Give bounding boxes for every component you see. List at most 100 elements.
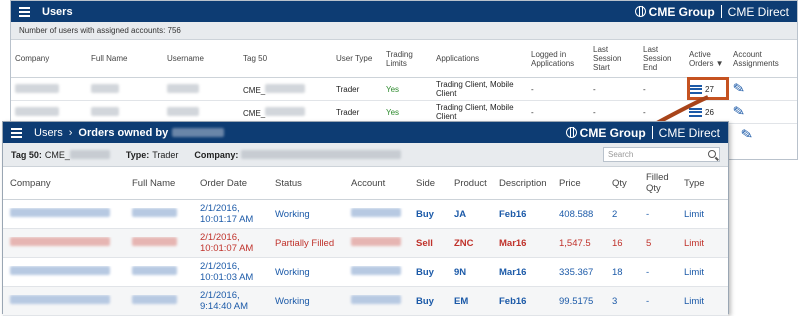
col-account[interactable]: Account (344, 178, 409, 189)
col-side[interactable]: Side (409, 178, 447, 189)
order-qty: 18 (612, 266, 623, 278)
order-status: Working (275, 208, 310, 220)
order-price: 99.5175 (559, 295, 594, 307)
users-count-text: Number of users with assigned accounts: … (19, 26, 181, 35)
trading-limits: Yes (386, 107, 400, 117)
menu-icon[interactable] (11, 126, 22, 140)
col-description[interactable]: Description (492, 178, 552, 189)
type-label: Type: (125, 149, 150, 160)
trading-limits: Yes (386, 84, 400, 94)
applications: Trading Client, Mobile Client (436, 103, 514, 121)
user-type: Trader (336, 107, 360, 117)
company-label: Company: (194, 149, 239, 160)
order-date: 2/1/2016, 10:01:07 AM (200, 232, 254, 254)
order-filled-qty: - (646, 208, 650, 220)
order-filled-qty: - (646, 266, 650, 278)
users-header: Users CME Group CME Direct (11, 1, 797, 22)
col-filled-qty[interactable]: Filled Qty (639, 172, 677, 194)
chevron-right-icon: › (68, 126, 73, 139)
order-date: 2/1/2016, 10:01:17 AM (200, 203, 254, 225)
cme-brand: CME Group CME Direct (565, 125, 720, 140)
brand-name: CME Group (579, 125, 646, 140)
orders-header: Users › Orders owned by CME Group CME Di… (3, 122, 728, 143)
order-price: 408.588 (559, 208, 594, 220)
col-price[interactable]: Price (552, 178, 605, 189)
order-status: Working (275, 295, 310, 307)
order-side: Buy (416, 208, 434, 220)
col-trading-limits[interactable]: Trading Limits (382, 50, 432, 68)
order-side: Buy (416, 266, 434, 278)
search-icon[interactable] (708, 150, 716, 158)
table-row[interactable]: 2/1/2016, 9:14:40 AM Working Buy EM Feb16… (3, 287, 728, 316)
brand-product: CME Direct (658, 125, 720, 140)
search-input[interactable]: Search (603, 147, 720, 162)
tag50-label: Tag 50: (11, 149, 42, 160)
order-filled-qty: 5 (646, 237, 652, 249)
col-order-date[interactable]: Order Date (193, 178, 268, 189)
order-product: EM (454, 295, 469, 307)
order-type: Limit (684, 237, 705, 249)
tag50-value: CME_ (44, 149, 70, 160)
type-value: Trader (152, 149, 179, 160)
table-row[interactable]: 2/1/2016, 10:01:07 AM Partially Filled Se… (3, 229, 728, 258)
col-logged-in[interactable]: Logged in Applications (527, 50, 589, 68)
order-product: JA (454, 208, 467, 220)
cme-brand: CME Group CME Direct (634, 4, 789, 19)
table-row[interactable]: 2/1/2016, 10:01:03 AM Working Buy 9N Mar1… (3, 258, 728, 287)
col-company[interactable]: Company (11, 54, 87, 63)
col-full-name[interactable]: Full Name (125, 178, 193, 189)
col-company[interactable]: Company (3, 178, 125, 189)
orders-filter-bar: Tag 50: CME_ Type: Trader Company: Search (3, 143, 728, 167)
col-product[interactable]: Product (447, 178, 492, 189)
col-active-orders[interactable]: Active Orders ▼ (685, 50, 729, 68)
order-type: Limit (684, 208, 705, 220)
order-price: 335.367 (559, 266, 594, 278)
order-price: 1,547.5 (559, 237, 591, 249)
breadcrumb-orders: Orders owned by (78, 126, 169, 139)
col-last-start[interactable]: Last Session Start (589, 45, 639, 72)
brand-product: CME Direct (727, 4, 789, 19)
edit-icon[interactable]: ✎ (732, 102, 746, 120)
col-full-name[interactable]: Full Name (87, 54, 163, 63)
breadcrumb-users[interactable]: Users (34, 127, 63, 139)
tag50-value: CME_ (243, 108, 266, 118)
col-status[interactable]: Status (268, 178, 344, 189)
tag50-value: CME_ (243, 85, 266, 95)
user-type: Trader (336, 84, 360, 94)
col-tag50[interactable]: Tag 50 (239, 54, 332, 63)
col-type[interactable]: Type (677, 178, 717, 189)
order-qty: 16 (612, 237, 623, 249)
order-type: Limit (684, 295, 705, 307)
edit-icon[interactable]: ✎ (740, 125, 754, 143)
logged-in: - (531, 107, 534, 117)
edit-icon[interactable]: ✎ (732, 79, 746, 97)
users-table-header: Company Full Name Username Tag 50 User T… (11, 40, 797, 78)
order-product: ZNC (454, 237, 474, 249)
search-placeholder: Search (608, 150, 634, 159)
globe-icon (565, 127, 577, 138)
col-last-end[interactable]: Last Session End (639, 45, 685, 72)
col-user-type[interactable]: User Type (332, 54, 382, 63)
order-description: Feb16 (499, 295, 527, 307)
brand-name: CME Group (648, 4, 715, 19)
col-username[interactable]: Username (163, 54, 239, 63)
breadcrumb: Users › Orders owned by (34, 126, 225, 139)
menu-icon[interactable] (19, 5, 30, 19)
col-qty[interactable]: Qty (605, 178, 639, 189)
order-date: 2/1/2016, 9:14:40 AM (200, 290, 249, 312)
order-description: Feb16 (499, 208, 527, 220)
col-account-assignments[interactable]: Account Assignments (729, 50, 789, 68)
order-description: Mar16 (499, 266, 527, 278)
order-type: Limit (684, 266, 705, 278)
order-product: 9N (454, 266, 467, 278)
order-description: Mar16 (499, 237, 527, 249)
users-title: Users (42, 5, 73, 18)
order-qty: 3 (612, 295, 618, 307)
order-status: Partially Filled (275, 237, 335, 249)
order-status: Working (275, 266, 310, 278)
col-applications[interactable]: Applications (432, 54, 527, 63)
applications: Trading Client, Mobile Client (436, 80, 514, 98)
logged-in: - (531, 84, 534, 94)
globe-icon (634, 6, 646, 17)
table-row[interactable]: 2/1/2016, 10:01:17 AM Working Buy JA Feb1… (3, 200, 728, 229)
